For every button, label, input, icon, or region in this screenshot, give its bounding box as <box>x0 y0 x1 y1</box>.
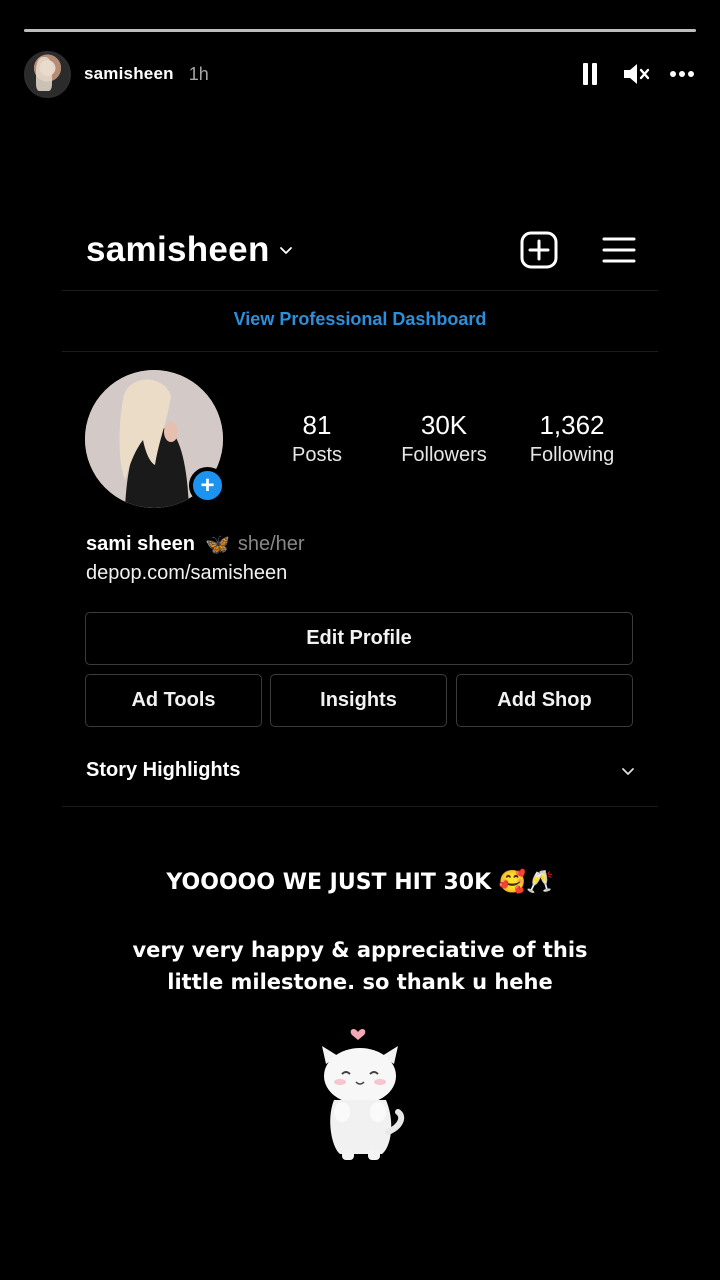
caption-body: very very happy & appreciative of this l… <box>0 934 720 998</box>
bio-link[interactable]: depop.com/samisheen <box>86 562 287 585</box>
bio-name-row: sami sheen 🦋 she/her <box>86 532 305 557</box>
edit-profile-button[interactable]: Edit Profile <box>85 612 633 665</box>
caption-line: little milestone. so thank u hehe <box>167 970 553 994</box>
divider <box>62 806 658 807</box>
insights-button[interactable]: Insights <box>270 674 447 727</box>
caption-headline: YOOOOO WE JUST HIT 30K 🥰🥂 <box>166 870 554 895</box>
story-content: samisheen View Professional Dashboard + … <box>0 0 720 1280</box>
menu-icon[interactable] <box>602 236 636 264</box>
stat-label: Followers <box>401 444 487 466</box>
add-post-icon[interactable] <box>520 231 558 269</box>
stat-label: Following <box>529 444 615 466</box>
divider <box>62 290 658 291</box>
caption-line: very very happy & appreciative of this <box>132 938 588 962</box>
profile-header: samisheen <box>86 228 636 272</box>
ad-tools-button[interactable]: Ad Tools <box>85 674 262 727</box>
add-story-badge[interactable]: + <box>189 467 226 504</box>
stat-followers[interactable]: 30K Followers <box>374 410 514 467</box>
divider <box>62 351 658 352</box>
add-shop-button[interactable]: Add Shop <box>456 674 633 727</box>
pronouns: she/her <box>237 533 305 555</box>
professional-dashboard-link[interactable]: View Professional Dashboard <box>0 309 720 330</box>
stat-posts[interactable]: 81 Posts <box>247 410 387 467</box>
stat-value: 81 <box>302 410 332 440</box>
story-highlights-label: Story Highlights <box>86 759 241 781</box>
chevron-down-icon[interactable] <box>620 763 636 779</box>
story-highlights-row[interactable]: Story Highlights <box>86 759 636 782</box>
display-name: sami sheen <box>86 533 195 555</box>
chevron-down-icon[interactable] <box>278 242 294 258</box>
stat-following[interactable]: 1,362 Following <box>502 410 642 467</box>
stat-value: 1,362 <box>539 410 605 440</box>
butterfly-emoji: 🦋 <box>204 534 230 556</box>
profile-top-icons <box>520 231 636 269</box>
stat-value: 30K <box>420 410 468 440</box>
stat-label: Posts <box>291 444 343 466</box>
profile-username[interactable]: samisheen <box>86 230 270 270</box>
cat-sticker <box>322 1028 405 1160</box>
